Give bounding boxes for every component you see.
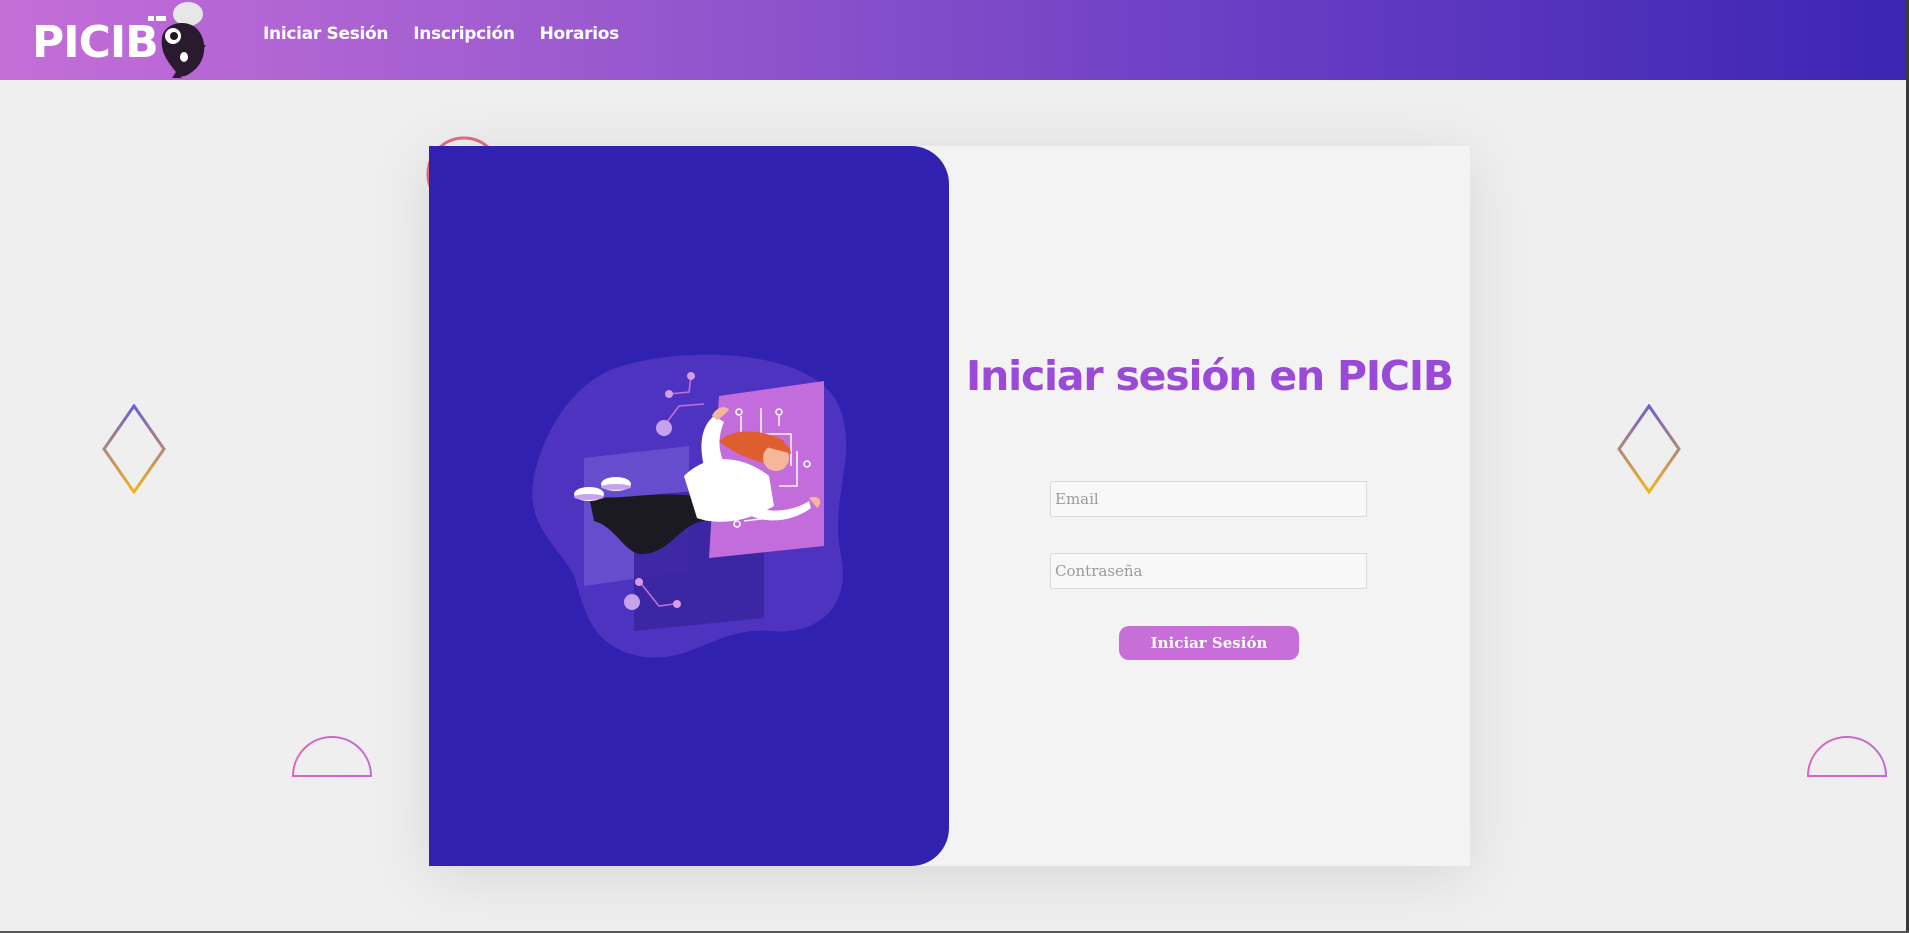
half-circle-outline-icon (291, 736, 373, 777)
floating-person-illustration (532, 354, 847, 658)
diamond-outline-icon (1617, 404, 1681, 494)
login-card: Iniciar sesión en PICIB Iniciar Sesión (429, 146, 1470, 866)
nav-iniciar-sesion[interactable]: Iniciar Sesión (263, 24, 389, 44)
login-title: Iniciar sesión en PICIB (966, 352, 1454, 400)
site-logo[interactable]: PICIB (30, 0, 220, 80)
nav-inscripcion[interactable]: Inscripción (413, 24, 515, 44)
mascot-icon (148, 2, 206, 78)
diamond-outline-icon (102, 404, 166, 494)
password-input[interactable] (1050, 553, 1367, 589)
illustration-panel (429, 146, 949, 866)
logo-text: PICIB (32, 17, 159, 68)
email-input[interactable] (1050, 481, 1367, 517)
nav-horarios[interactable]: Horarios (540, 24, 620, 44)
login-form-panel: Iniciar sesión en PICIB Iniciar Sesión (949, 146, 1470, 866)
main-nav: Iniciar Sesión Inscripción Horarios (263, 24, 619, 44)
half-circle-outline-icon (1806, 736, 1888, 777)
login-submit-button[interactable]: Iniciar Sesión (1119, 626, 1299, 660)
top-navbar: PICIB Iniciar Sesión Inscripción Horario… (0, 0, 1906, 80)
